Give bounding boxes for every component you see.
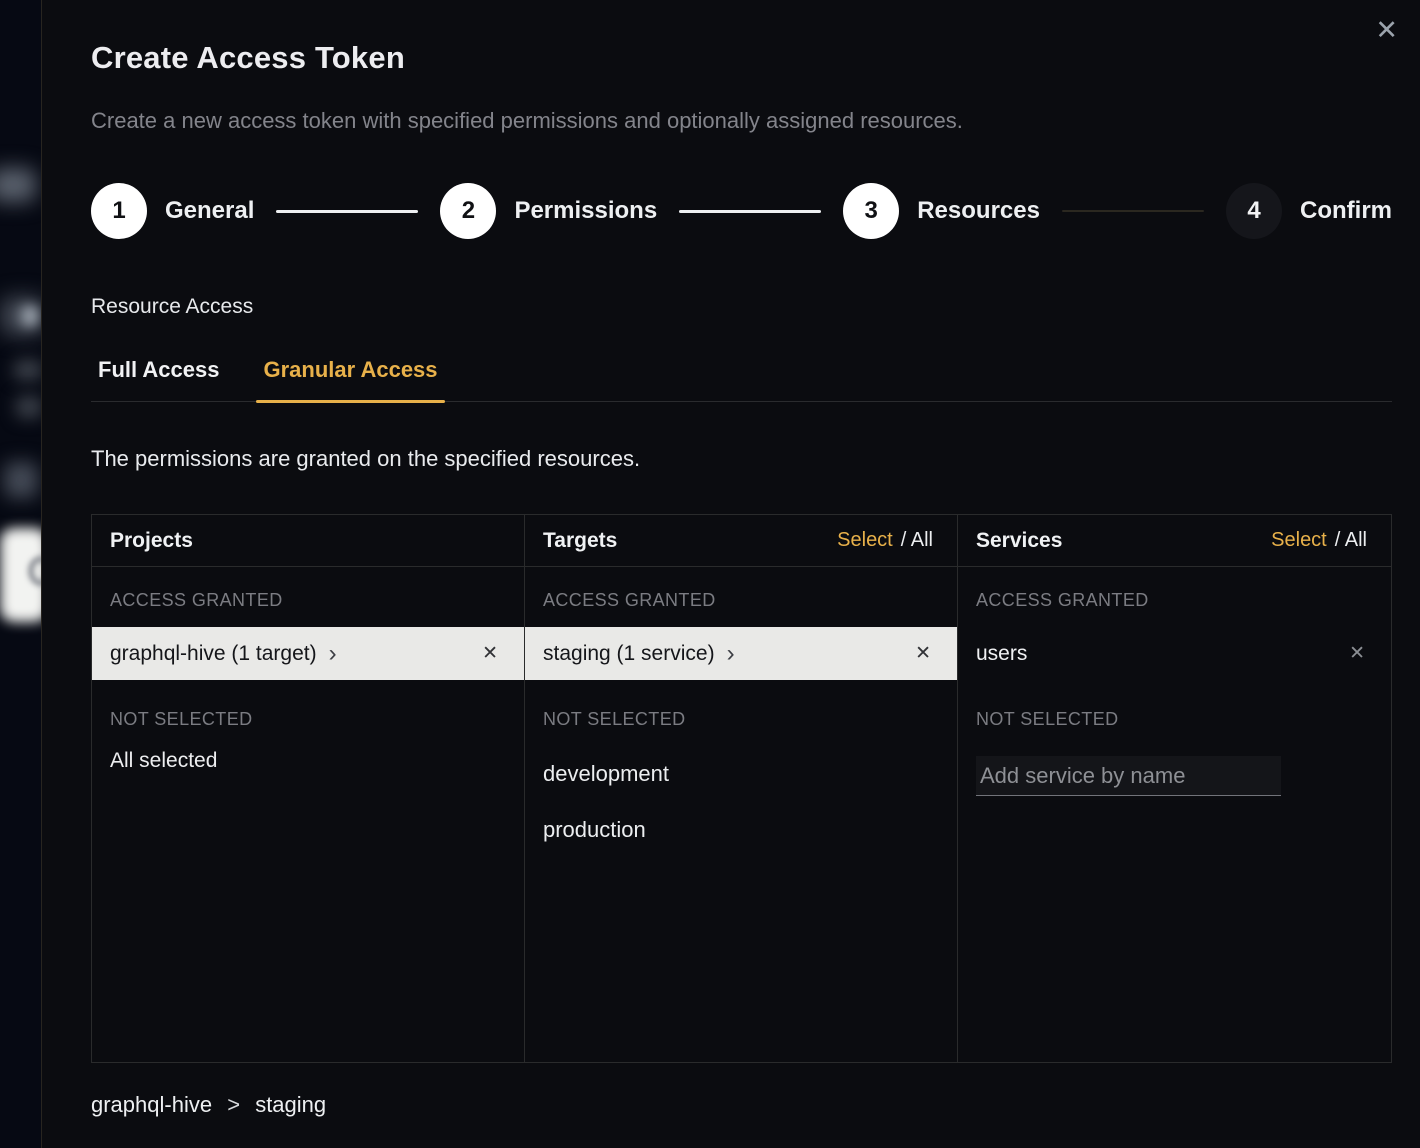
services-column: Services Select / All ACCESS GRANTED use… xyxy=(958,515,1391,1062)
step-3-circle: 3 xyxy=(843,183,899,239)
projects-column-header: Projects xyxy=(92,515,524,567)
step-4-label: Confirm xyxy=(1300,197,1392,225)
chevron-right-icon: › xyxy=(329,644,337,664)
breadcrumb-target: staging xyxy=(255,1092,326,1117)
granted-service-name: users xyxy=(976,642,1027,666)
step-resources[interactable]: 3 Resources xyxy=(843,183,1040,239)
step-permissions[interactable]: 2 Permissions xyxy=(440,183,657,239)
projects-column-title: Projects xyxy=(110,529,193,553)
remove-target-icon[interactable]: ✕ xyxy=(915,642,931,665)
access-mode-tabs: Full Access Granular Access xyxy=(91,356,1392,402)
breadcrumb-project: graphql-hive xyxy=(91,1092,212,1117)
projects-all-selected-note: All selected xyxy=(110,748,506,774)
resource-picker-table: Projects ACCESS GRANTED graphql-hive (1 … xyxy=(91,514,1392,1063)
dialog-title: Create Access Token xyxy=(91,40,1392,76)
projects-column: Projects ACCESS GRANTED graphql-hive (1 … xyxy=(92,515,525,1062)
chevron-right-icon: › xyxy=(727,644,735,664)
targets-column-title: Targets xyxy=(543,529,617,553)
tab-granular-access[interactable]: Granular Access xyxy=(256,356,444,401)
granted-project-name: graphql-hive (1 target) xyxy=(110,642,317,666)
step-4-circle: 4 xyxy=(1226,183,1282,239)
remove-service-icon[interactable]: ✕ xyxy=(1349,642,1365,665)
services-access-granted-label: ACCESS GRANTED xyxy=(976,589,1373,611)
target-option-production[interactable]: production xyxy=(525,802,957,858)
granular-access-description: The permissions are granted on the speci… xyxy=(91,445,1392,473)
targets-not-selected-list: development production xyxy=(525,746,957,858)
resource-access-heading: Resource Access xyxy=(91,294,1392,320)
projects-access-granted-label: ACCESS GRANTED xyxy=(110,589,506,611)
remove-project-icon[interactable]: ✕ xyxy=(482,642,498,665)
services-select-all: Select / All xyxy=(1271,529,1367,552)
step-connector xyxy=(1062,210,1204,212)
step-connector xyxy=(276,210,418,213)
granted-target-row[interactable]: staging (1 service) › ✕ xyxy=(525,627,957,680)
tab-full-access[interactable]: Full Access xyxy=(91,356,226,401)
targets-access-granted-label: ACCESS GRANTED xyxy=(543,589,939,611)
target-option-development[interactable]: development xyxy=(525,746,957,802)
create-access-token-dialog: ✕ Create Access Token Create a new acces… xyxy=(41,0,1420,1148)
step-3-label: Resources xyxy=(917,197,1040,225)
step-1-label: General xyxy=(165,197,254,225)
background-blur-blob xyxy=(14,360,41,380)
step-general[interactable]: 1 General xyxy=(91,183,254,239)
background-blur-blob xyxy=(22,306,38,326)
wizard-stepper: 1 General 2 Permissions 3 Resources 4 Co… xyxy=(91,183,1392,239)
step-2-circle: 2 xyxy=(440,183,496,239)
targets-column-header: Targets Select / All xyxy=(525,515,957,567)
background-blur-blob xyxy=(0,168,36,202)
targets-all-link[interactable]: / All xyxy=(901,529,933,552)
breadcrumb: graphql-hive > staging xyxy=(91,1091,1392,1119)
services-all-link[interactable]: / All xyxy=(1335,529,1367,552)
projects-not-selected-label: NOT SELECTED xyxy=(110,708,506,730)
dialog-subtitle: Create a new access token with specified… xyxy=(91,106,1392,136)
services-not-selected-label: NOT SELECTED xyxy=(976,708,1373,730)
background-blur-blob xyxy=(16,396,41,418)
granted-project-row[interactable]: graphql-hive (1 target) › ✕ xyxy=(92,627,524,680)
step-connector xyxy=(679,210,821,213)
background-blur-blob xyxy=(4,462,38,498)
services-column-title: Services xyxy=(976,529,1062,553)
services-column-header: Services Select / All xyxy=(958,515,1391,567)
granted-target-name: staging (1 service) xyxy=(543,642,715,666)
step-confirm[interactable]: 4 Confirm xyxy=(1226,183,1392,239)
targets-not-selected-label: NOT SELECTED xyxy=(543,708,939,730)
add-service-input[interactable] xyxy=(976,756,1281,796)
granted-service-row: users ✕ xyxy=(958,627,1391,680)
close-icon[interactable]: ✕ xyxy=(1375,14,1398,46)
targets-select-all: Select / All xyxy=(837,529,933,552)
step-1-circle: 1 xyxy=(91,183,147,239)
breadcrumb-separator-icon: > xyxy=(227,1092,240,1117)
background-page-strip xyxy=(0,0,41,1148)
step-2-label: Permissions xyxy=(514,197,657,225)
services-select-link[interactable]: Select xyxy=(1271,529,1327,552)
targets-select-link[interactable]: Select xyxy=(837,529,893,552)
targets-column: Targets Select / All ACCESS GRANTED stag… xyxy=(525,515,958,1062)
